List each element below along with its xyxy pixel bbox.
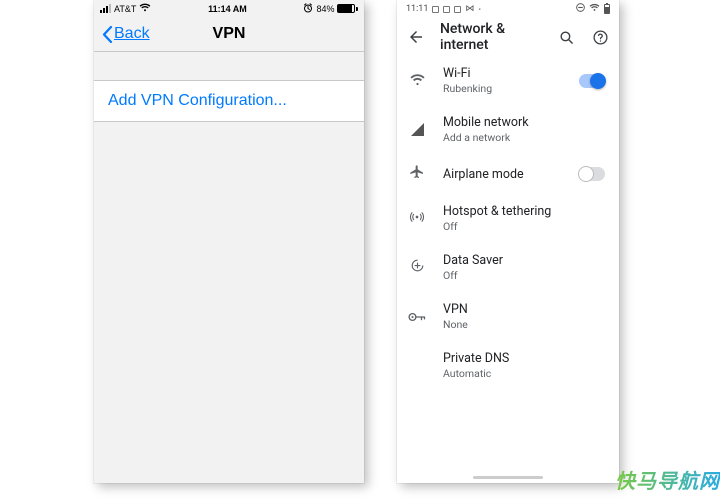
ios-content: Add VPN Configuration...	[94, 52, 364, 483]
setting-item-private-dns[interactable]: Private DNS Automatic	[397, 341, 619, 390]
signal-icon	[411, 123, 424, 136]
ios-status-bar: AT&T 11:14 AM 84%	[94, 0, 364, 17]
setting-title: Airplane mode	[443, 167, 563, 182]
chevron-left-icon	[102, 26, 113, 43]
setting-item-wifi[interactable]: Wi-Fi Rubenking	[397, 56, 619, 105]
add-vpn-configuration-row[interactable]: Add VPN Configuration...	[94, 80, 364, 122]
gesture-bar	[473, 476, 543, 479]
setting-title: Data Saver	[443, 253, 605, 268]
battery-icon	[604, 4, 610, 14]
status-icon	[454, 6, 461, 13]
battery-pct: 84%	[316, 4, 334, 14]
android-app-bar: Network & internet	[397, 18, 619, 56]
settings-list: Wi-Fi Rubenking Mobile network Add a net…	[397, 56, 619, 390]
ios-phone-frame: AT&T 11:14 AM 84% Back VPN Add VPN Confi…	[94, 0, 364, 483]
status-icon	[443, 6, 450, 13]
wifi-icon	[589, 3, 600, 15]
status-dot-icon: •	[478, 5, 481, 14]
setting-item-airplane-mode[interactable]: Airplane mode	[397, 154, 619, 194]
page-title: VPN	[213, 25, 246, 43]
battery-icon	[337, 4, 358, 13]
wifi-icon	[139, 3, 151, 14]
android-status-bar: 11:11 ⋈ •	[397, 0, 619, 18]
vpn-key-icon	[408, 307, 426, 326]
cellular-signal-icon	[100, 4, 111, 13]
search-button[interactable]	[556, 27, 576, 47]
setting-title: Wi-Fi	[443, 66, 563, 81]
ios-nav-bar: Back VPN	[94, 17, 364, 52]
setting-title: Private DNS	[443, 351, 605, 366]
back-button[interactable]	[406, 27, 426, 47]
setting-title: Hotspot & tethering	[443, 204, 605, 219]
android-phone-frame: 11:11 ⋈ • Network & internet	[397, 0, 619, 483]
data-saver-icon	[410, 258, 425, 277]
watermark: 快马导航网	[615, 465, 720, 494]
page-title: Network & internet	[440, 21, 542, 53]
dnd-icon	[576, 3, 585, 15]
setting-item-data-saver[interactable]: Data Saver Off	[397, 243, 619, 292]
help-button[interactable]	[590, 27, 610, 47]
setting-subtitle: Off	[443, 220, 605, 233]
alarm-icon	[303, 3, 313, 15]
setting-item-mobile-network[interactable]: Mobile network Add a network	[397, 105, 619, 154]
setting-subtitle: None	[443, 318, 605, 331]
back-label: Back	[114, 25, 150, 43]
status-icon	[432, 6, 439, 13]
setting-subtitle: Add a network	[443, 131, 605, 144]
back-button[interactable]: Back	[102, 25, 150, 43]
setting-item-vpn[interactable]: VPN None	[397, 292, 619, 341]
setting-subtitle: Off	[443, 269, 605, 282]
airplane-icon	[409, 164, 425, 184]
status-time: 11:11	[406, 4, 428, 14]
setting-subtitle: Automatic	[443, 367, 605, 380]
wifi-icon	[409, 71, 426, 90]
setting-title: Mobile network	[443, 115, 605, 130]
setting-subtitle: Rubenking	[443, 82, 563, 95]
status-icon: ⋈	[465, 4, 474, 14]
setting-title: VPN	[443, 302, 605, 317]
wifi-toggle[interactable]	[579, 74, 605, 88]
carrier-label: AT&T	[114, 4, 136, 14]
status-time: 11:14 AM	[208, 4, 247, 14]
airplane-toggle[interactable]	[579, 167, 605, 181]
setting-item-hotspot[interactable]: Hotspot & tethering Off	[397, 194, 619, 243]
hotspot-icon	[409, 209, 425, 229]
